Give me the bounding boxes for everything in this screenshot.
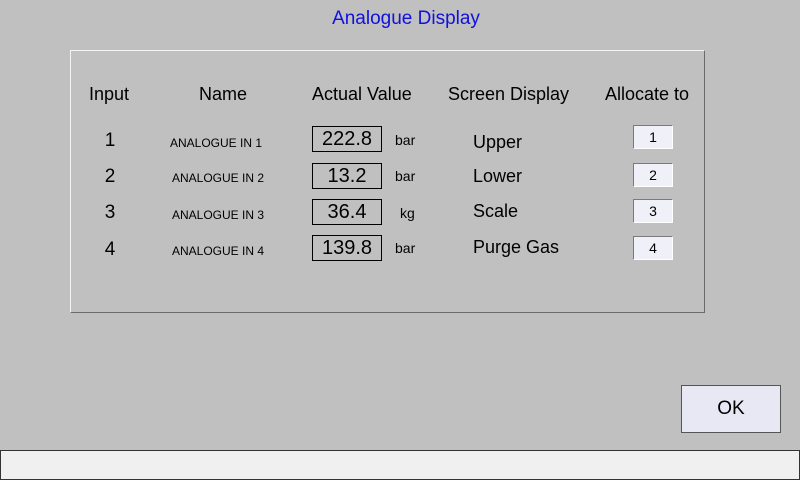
header-actual-value: Actual Value	[312, 84, 412, 104]
input-number: 4	[104, 239, 116, 260]
status-bar	[0, 450, 800, 480]
input-number: 2	[104, 166, 116, 187]
allocate-field[interactable]: 3	[633, 199, 673, 223]
header-allocate-to: Allocate to	[605, 84, 690, 104]
unit-label: kg	[400, 205, 415, 221]
input-name: ANALOGUE IN 4	[172, 244, 265, 258]
input-number: 1	[104, 130, 116, 151]
input-name: ANALOGUE IN 1	[170, 136, 263, 150]
allocate-field[interactable]: 1	[633, 125, 673, 149]
input-name: ANALOGUE IN 3	[172, 208, 265, 222]
actual-value-display: 139.8	[312, 235, 382, 261]
allocate-field[interactable]: 2	[633, 163, 673, 187]
header-input: Input	[89, 84, 130, 104]
allocate-field[interactable]: 4	[633, 236, 673, 260]
actual-value-display: 222.8	[312, 126, 382, 152]
screen-display-label: Lower	[473, 166, 523, 186]
window-title: Analogue Display	[332, 8, 480, 29]
header-name: Name	[199, 84, 248, 104]
actual-value-display: 13.2	[312, 163, 382, 189]
screen-display-label: Purge Gas	[473, 237, 560, 257]
header-screen-display: Screen Display	[448, 84, 570, 104]
unit-label: bar	[395, 132, 416, 148]
ok-button[interactable]: OK	[681, 385, 781, 433]
screen-display-label: Scale	[473, 201, 519, 221]
screen-display-label: Upper	[473, 132, 523, 152]
input-number: 3	[104, 202, 116, 223]
unit-label: bar	[395, 240, 416, 256]
actual-value-display: 36.4	[312, 199, 382, 225]
unit-label: bar	[395, 168, 416, 184]
input-name: ANALOGUE IN 2	[172, 171, 265, 185]
